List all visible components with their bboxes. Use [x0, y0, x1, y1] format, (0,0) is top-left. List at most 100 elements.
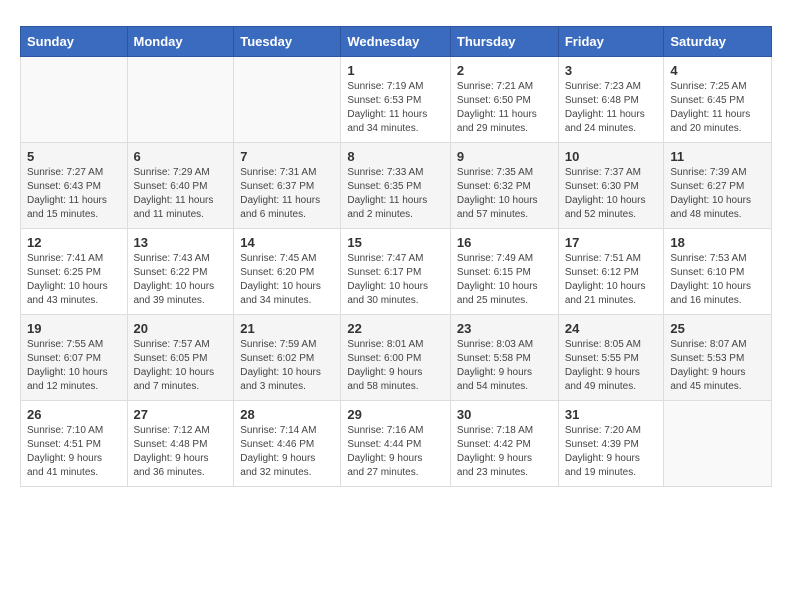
- day-number: 20: [134, 321, 228, 336]
- day-number: 28: [240, 407, 334, 422]
- day-info: Sunrise: 7:23 AMSunset: 6:48 PMDaylight:…: [565, 80, 658, 136]
- calendar-cell: 28 Sunrise: 7:14 AMSunset: 4:46 PMDayligh…: [234, 401, 341, 487]
- day-info: Sunrise: 7:31 AMSunset: 6:37 PMDaylight:…: [240, 166, 334, 222]
- day-number: 26: [27, 407, 121, 422]
- calendar-cell: 9 Sunrise: 7:35 AMSunset: 6:32 PMDaylight…: [450, 143, 558, 229]
- day-info: Sunrise: 7:35 AMSunset: 6:32 PMDaylight:…: [457, 166, 552, 222]
- day-number: 3: [565, 63, 658, 78]
- day-number: 21: [240, 321, 334, 336]
- calendar-cell: [127, 57, 234, 143]
- day-number: 13: [134, 235, 228, 250]
- weekday-header-wednesday: Wednesday: [341, 27, 451, 57]
- calendar-cell: [664, 401, 772, 487]
- day-info: Sunrise: 7:16 AMSunset: 4:44 PMDaylight:…: [347, 424, 444, 480]
- weekday-header-tuesday: Tuesday: [234, 27, 341, 57]
- calendar-cell: 20 Sunrise: 7:57 AMSunset: 6:05 PMDayligh…: [127, 315, 234, 401]
- day-info: Sunrise: 7:59 AMSunset: 6:02 PMDaylight:…: [240, 338, 334, 394]
- calendar-cell: [21, 57, 128, 143]
- day-info: Sunrise: 7:21 AMSunset: 6:50 PMDaylight:…: [457, 80, 552, 136]
- day-number: 22: [347, 321, 444, 336]
- day-info: Sunrise: 7:10 AMSunset: 4:51 PMDaylight:…: [27, 424, 121, 480]
- day-info: Sunrise: 8:07 AMSunset: 5:53 PMDaylight:…: [670, 338, 765, 394]
- day-number: 25: [670, 321, 765, 336]
- day-number: 27: [134, 407, 228, 422]
- day-number: 29: [347, 407, 444, 422]
- day-number: 16: [457, 235, 552, 250]
- calendar-week-row: 12Sunrise: 7:41 AMSunset: 6:25 PMDayligh…: [21, 229, 772, 315]
- day-info: Sunrise: 7:29 AMSunset: 6:40 PMDaylight:…: [134, 166, 228, 222]
- calendar-cell: 13 Sunrise: 7:43 AMSunset: 6:22 PMDayligh…: [127, 229, 234, 315]
- day-number: 6: [134, 149, 228, 164]
- day-info: Sunrise: 7:37 AMSunset: 6:30 PMDaylight:…: [565, 166, 658, 222]
- calendar-cell: 14 Sunrise: 7:45 AMSunset: 6:20 PMDayligh…: [234, 229, 341, 315]
- day-info: Sunrise: 7:19 AMSunset: 6:53 PMDaylight:…: [347, 80, 444, 136]
- calendar-cell: 27 Sunrise: 7:12 AMSunset: 4:48 PMDayligh…: [127, 401, 234, 487]
- calendar-cell: 8 Sunrise: 7:33 AMSunset: 6:35 PMDaylight…: [341, 143, 451, 229]
- calendar-cell: 3 Sunrise: 7:23 AMSunset: 6:48 PMDaylight…: [558, 57, 664, 143]
- calendar-cell: 7Sunrise: 7:31 AMSunset: 6:37 PMDaylight…: [234, 143, 341, 229]
- day-number: 23: [457, 321, 552, 336]
- day-number: 17: [565, 235, 658, 250]
- calendar-cell: 12Sunrise: 7:41 AMSunset: 6:25 PMDayligh…: [21, 229, 128, 315]
- day-info: Sunrise: 7:49 AMSunset: 6:15 PMDaylight:…: [457, 252, 552, 308]
- calendar-cell: 11 Sunrise: 7:39 AMSunset: 6:27 PMDayligh…: [664, 143, 772, 229]
- day-number: 4: [670, 63, 765, 78]
- day-info: Sunrise: 7:53 AMSunset: 6:10 PMDaylight:…: [670, 252, 765, 308]
- day-info: Sunrise: 8:05 AMSunset: 5:55 PMDaylight:…: [565, 338, 658, 394]
- day-info: Sunrise: 7:51 AMSunset: 6:12 PMDaylight:…: [565, 252, 658, 308]
- day-number: 19: [27, 321, 121, 336]
- calendar-cell: 25 Sunrise: 8:07 AMSunset: 5:53 PMDayligh…: [664, 315, 772, 401]
- weekday-header-sunday: Sunday: [21, 27, 128, 57]
- weekday-header-saturday: Saturday: [664, 27, 772, 57]
- calendar-cell: 2Sunrise: 7:21 AMSunset: 6:50 PMDaylight…: [450, 57, 558, 143]
- calendar-week-row: 1 Sunrise: 7:19 AMSunset: 6:53 PMDaylight…: [21, 57, 772, 143]
- page: General Blue SundayMondayTuesdayWednesda…: [0, 0, 792, 507]
- day-number: 11: [670, 149, 765, 164]
- calendar-cell: 15 Sunrise: 7:47 AMSunset: 6:17 PMDayligh…: [341, 229, 451, 315]
- day-info: Sunrise: 7:27 AMSunset: 6:43 PMDaylight:…: [27, 166, 121, 222]
- weekday-header-monday: Monday: [127, 27, 234, 57]
- day-info: Sunrise: 8:03 AMSunset: 5:58 PMDaylight:…: [457, 338, 552, 394]
- day-number: 14: [240, 235, 334, 250]
- day-info: Sunrise: 7:45 AMSunset: 6:20 PMDaylight:…: [240, 252, 334, 308]
- day-info: Sunrise: 7:12 AMSunset: 4:48 PMDaylight:…: [134, 424, 228, 480]
- calendar-cell: 21 Sunrise: 7:59 AMSunset: 6:02 PMDayligh…: [234, 315, 341, 401]
- calendar-cell: 16 Sunrise: 7:49 AMSunset: 6:15 PMDayligh…: [450, 229, 558, 315]
- calendar-cell: 30 Sunrise: 7:18 AMSunset: 4:42 PMDayligh…: [450, 401, 558, 487]
- day-info: Sunrise: 7:39 AMSunset: 6:27 PMDaylight:…: [670, 166, 765, 222]
- day-number: 10: [565, 149, 658, 164]
- day-info: Sunrise: 7:14 AMSunset: 4:46 PMDaylight:…: [240, 424, 334, 480]
- day-info: Sunrise: 7:57 AMSunset: 6:05 PMDaylight:…: [134, 338, 228, 394]
- calendar-cell: 23 Sunrise: 8:03 AMSunset: 5:58 PMDayligh…: [450, 315, 558, 401]
- calendar-cell: 31 Sunrise: 7:20 AMSunset: 4:39 PMDayligh…: [558, 401, 664, 487]
- calendar-week-row: 5 Sunrise: 7:27 AMSunset: 6:43 PMDaylight…: [21, 143, 772, 229]
- day-number: 15: [347, 235, 444, 250]
- calendar-cell: 4Sunrise: 7:25 AMSunset: 6:45 PMDaylight…: [664, 57, 772, 143]
- day-info: Sunrise: 7:33 AMSunset: 6:35 PMDaylight:…: [347, 166, 444, 222]
- day-number: 9: [457, 149, 552, 164]
- calendar-week-row: 26 Sunrise: 7:10 AMSunset: 4:51 PMDayligh…: [21, 401, 772, 487]
- day-number: 31: [565, 407, 658, 422]
- weekday-header-row: SundayMondayTuesdayWednesdayThursdayFrid…: [21, 27, 772, 57]
- calendar-cell: 18 Sunrise: 7:53 AMSunset: 6:10 PMDayligh…: [664, 229, 772, 315]
- calendar-cell: 19 Sunrise: 7:55 AMSunset: 6:07 PMDayligh…: [21, 315, 128, 401]
- calendar-week-row: 19 Sunrise: 7:55 AMSunset: 6:07 PMDayligh…: [21, 315, 772, 401]
- calendar-cell: 1 Sunrise: 7:19 AMSunset: 6:53 PMDaylight…: [341, 57, 451, 143]
- weekday-header-friday: Friday: [558, 27, 664, 57]
- day-number: 1: [347, 63, 444, 78]
- day-number: 18: [670, 235, 765, 250]
- calendar-cell: 29 Sunrise: 7:16 AMSunset: 4:44 PMDayligh…: [341, 401, 451, 487]
- calendar-cell: 10 Sunrise: 7:37 AMSunset: 6:30 PMDayligh…: [558, 143, 664, 229]
- day-info: Sunrise: 7:18 AMSunset: 4:42 PMDaylight:…: [457, 424, 552, 480]
- day-info: Sunrise: 7:43 AMSunset: 6:22 PMDaylight:…: [134, 252, 228, 308]
- day-number: 12: [27, 235, 121, 250]
- day-number: 5: [27, 149, 121, 164]
- calendar-table: SundayMondayTuesdayWednesdayThursdayFrid…: [20, 26, 772, 487]
- day-number: 30: [457, 407, 552, 422]
- calendar-cell: [234, 57, 341, 143]
- day-info: Sunrise: 7:47 AMSunset: 6:17 PMDaylight:…: [347, 252, 444, 308]
- calendar-cell: 24Sunrise: 8:05 AMSunset: 5:55 PMDayligh…: [558, 315, 664, 401]
- day-info: Sunrise: 7:55 AMSunset: 6:07 PMDaylight:…: [27, 338, 121, 394]
- day-number: 8: [347, 149, 444, 164]
- day-info: Sunrise: 7:20 AMSunset: 4:39 PMDaylight:…: [565, 424, 658, 480]
